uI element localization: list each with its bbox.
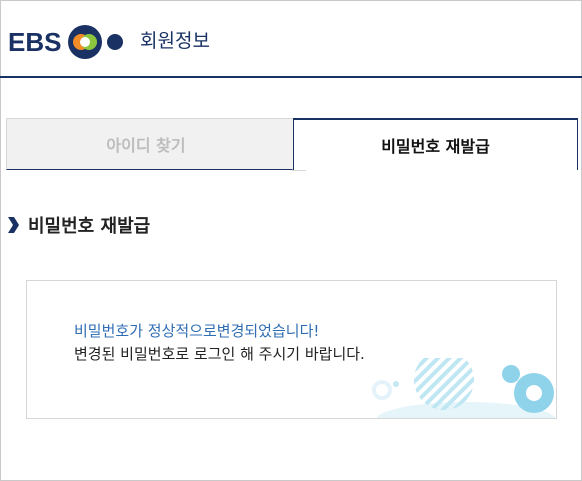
decorative-circles-icon bbox=[372, 358, 556, 418]
tab-bar: 아이디 찾기 비밀번호 재발급 bbox=[6, 118, 578, 171]
message-box: 비밀번호가 정상적으로변경되었습니다! 변경된 비밀번호로 로그인 해 주시기 … bbox=[26, 280, 557, 419]
logo-mark-icon bbox=[68, 25, 103, 59]
section-heading: 비밀번호 재발급 bbox=[6, 210, 150, 240]
page-title: 회원정보 bbox=[140, 30, 210, 52]
instruction-message: 변경된 비밀번호로 로그인 해 주시기 바랍니다. bbox=[74, 345, 365, 363]
tab-find-id-label: 아이디 찾기 bbox=[106, 136, 186, 155]
tab-reset-password-label: 비밀번호 재발급 bbox=[381, 137, 490, 156]
tab-find-id[interactable]: 아이디 찾기 bbox=[6, 118, 306, 171]
chevron-right-icon bbox=[8, 217, 19, 233]
logo-dot-icon bbox=[107, 34, 124, 50]
ebs-logo[interactable]: EBS bbox=[8, 25, 124, 59]
header: EBS 회원정보 bbox=[0, 0, 582, 78]
section-heading-text: 비밀번호 재발급 bbox=[28, 216, 151, 237]
tab-reset-password[interactable]: 비밀번호 재발급 bbox=[293, 118, 578, 170]
success-message: 비밀번호가 정상적으로변경되었습니다! bbox=[74, 322, 320, 340]
logo-text: EBS bbox=[8, 27, 62, 57]
